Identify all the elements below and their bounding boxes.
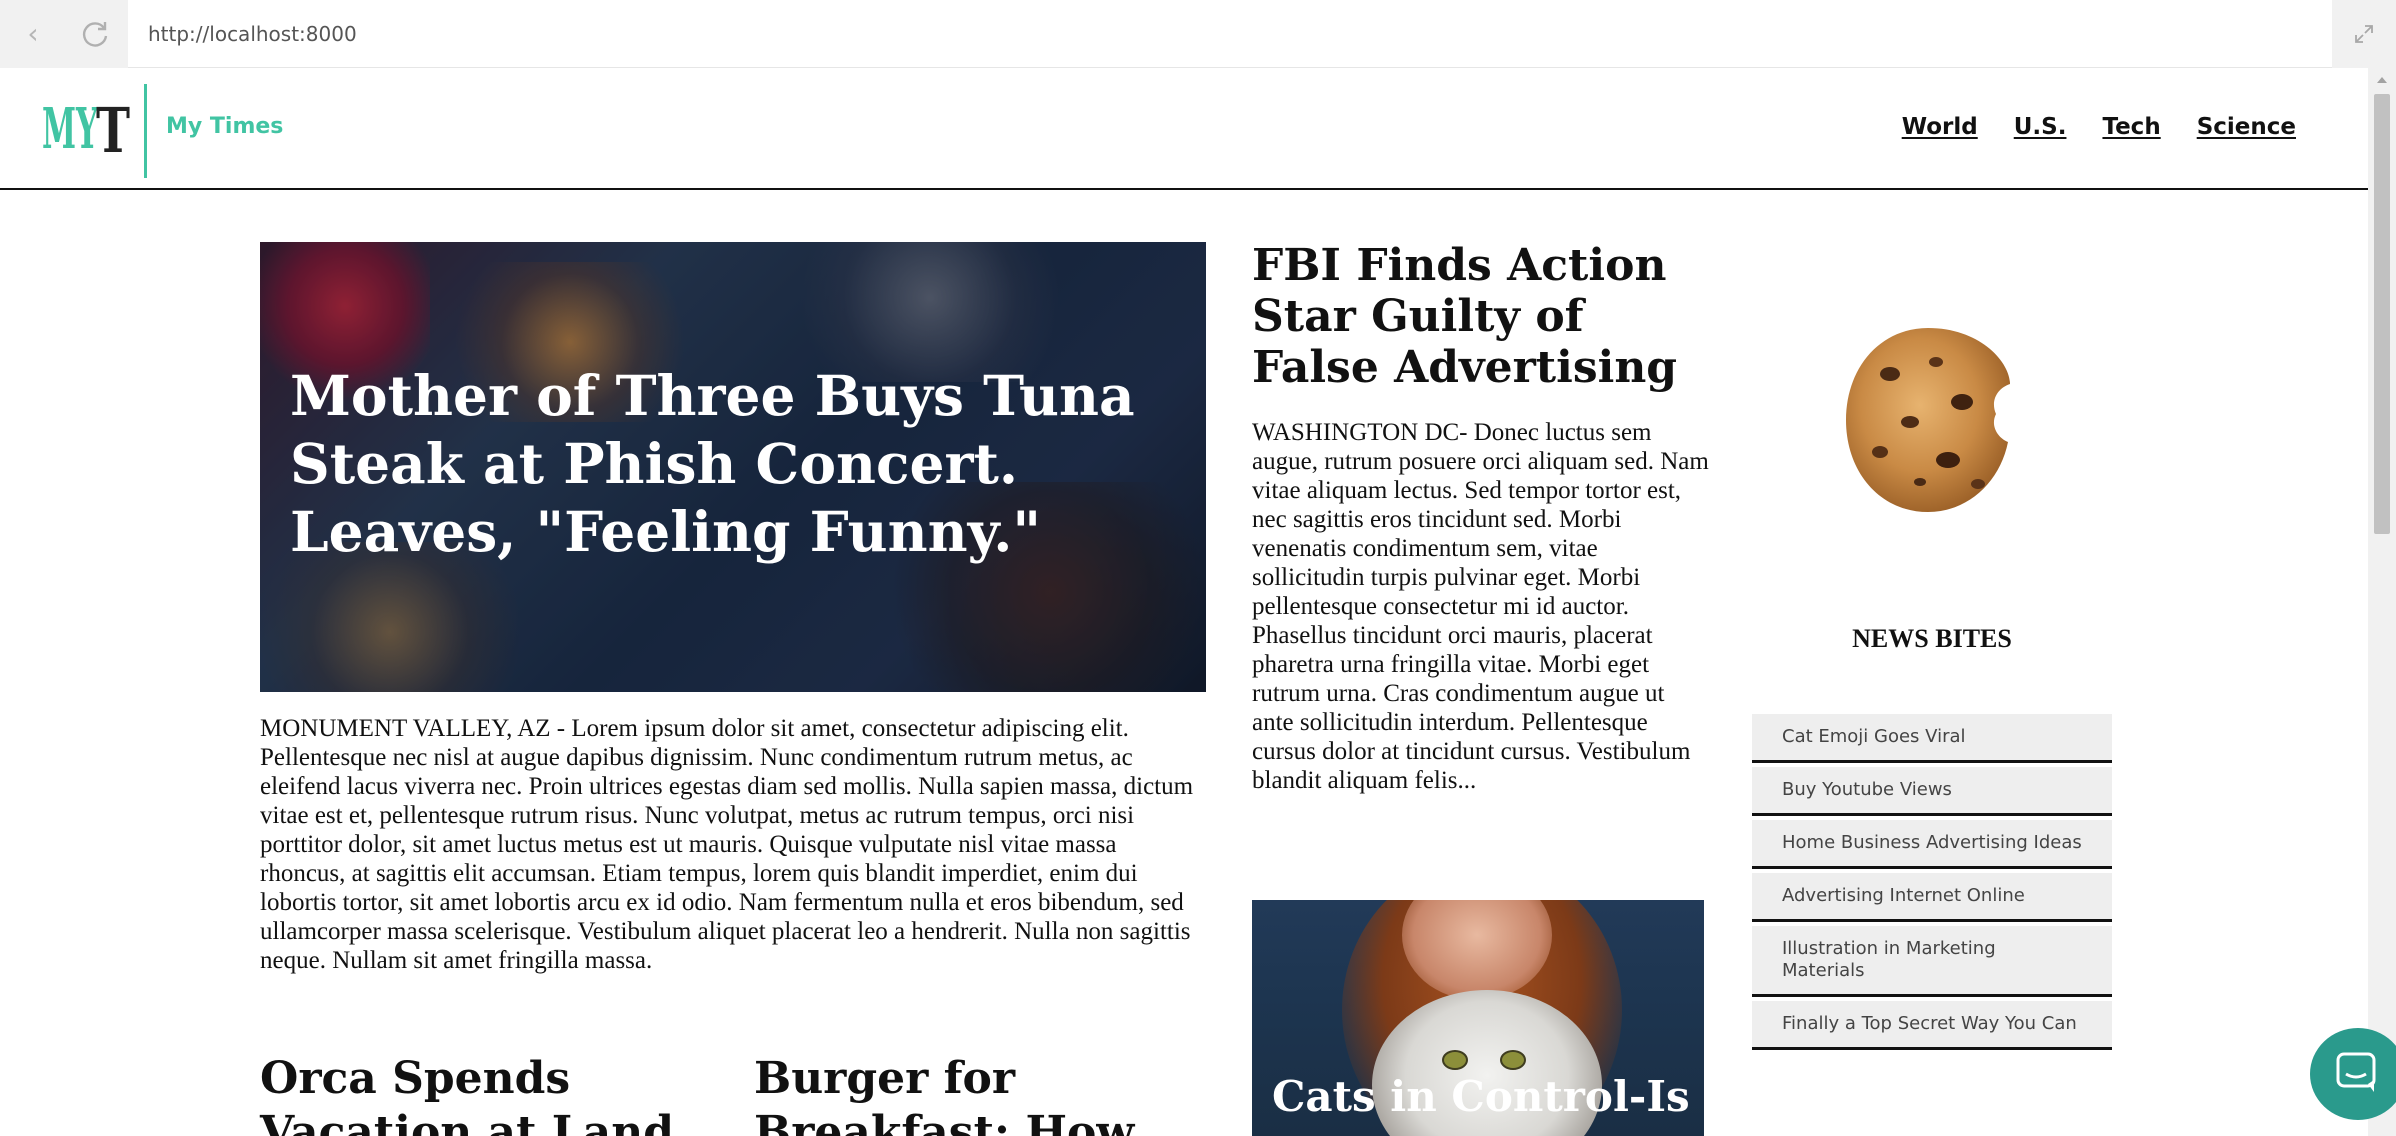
reload-icon[interactable]	[78, 16, 114, 52]
address-bar[interactable]: http://localhost:8000	[148, 18, 357, 50]
lead-story-body: MONUMENT VALLEY, AZ - Lorem ipsum dolor …	[260, 715, 1194, 974]
scrollbar-thumb[interactable]	[2374, 94, 2390, 534]
site-header: MY T My Times World U.S. Tech Science	[0, 68, 2368, 190]
browser-toolbar: ‹ http://localhost:8000	[0, 0, 2396, 68]
burger-story-title[interactable]: Burger for Breakfast: How	[754, 1052, 1194, 1136]
news-bite-item[interactable]: Buy Youtube Views	[1752, 767, 2112, 816]
back-icon[interactable]: ‹	[18, 16, 48, 52]
lead-story-title[interactable]: Mother of Three Buys Tuna Steak at Phish…	[290, 362, 1170, 566]
site-logo[interactable]: MY T	[42, 94, 134, 167]
site-name[interactable]: My Times	[166, 114, 283, 139]
nav-link-science[interactable]: Science	[2197, 114, 2296, 140]
news-bite-item[interactable]: Finally a Top Secret Way You Can	[1752, 1001, 2112, 1050]
cats-story-title[interactable]: Cats in Control-Is	[1272, 1072, 1692, 1122]
logo-divider	[144, 84, 147, 178]
news-bite-item[interactable]: Home Business Advertising Ideas	[1752, 820, 2112, 869]
logo-t-text: T	[96, 94, 130, 164]
news-bite-item[interactable]: Illustration in Marketing Materials	[1752, 926, 2112, 997]
cats-story-image[interactable]: Cats in Control-Is	[1252, 900, 1704, 1136]
lead-story-image[interactable]: Mother of Three Buys Tuna Steak at Phish…	[260, 242, 1206, 692]
expand-icon[interactable]	[2332, 0, 2396, 68]
browser-nav-buttons: ‹	[0, 0, 128, 68]
chat-launcher-button[interactable]	[2310, 1028, 2396, 1120]
nav-link-us[interactable]: U.S.	[2014, 114, 2067, 140]
chat-icon	[2336, 1052, 2376, 1092]
news-bites-list: Cat Emoji Goes Viral Buy Youtube Views H…	[1752, 714, 2112, 1054]
nav-link-world[interactable]: World	[1902, 114, 1978, 140]
news-bite-item[interactable]: Advertising Internet Online	[1752, 873, 2112, 922]
news-bites-heading: NEWS BITES	[1852, 624, 2012, 653]
news-bite-item[interactable]: Cat Emoji Goes Viral	[1752, 714, 2112, 763]
cat-eye-left	[1442, 1050, 1468, 1070]
fbi-story-title[interactable]: FBI Finds Action Star Guilty of False Ad…	[1252, 240, 1712, 393]
fbi-story-body: WASHINGTON DC- Donec luctus sem augue, r…	[1252, 419, 1709, 794]
logo-my-text: MY	[42, 96, 99, 162]
nav-link-tech[interactable]: Tech	[2102, 114, 2160, 140]
cat-eye-right	[1500, 1050, 1526, 1070]
main-nav: World U.S. Tech Science	[1902, 114, 2296, 140]
orca-story-title[interactable]: Orca Spends Vacation at Land	[260, 1052, 700, 1136]
cookie-image	[1840, 322, 2016, 518]
page-scrollbar[interactable]	[2368, 68, 2396, 1136]
scroll-up-icon[interactable]	[2368, 68, 2396, 92]
